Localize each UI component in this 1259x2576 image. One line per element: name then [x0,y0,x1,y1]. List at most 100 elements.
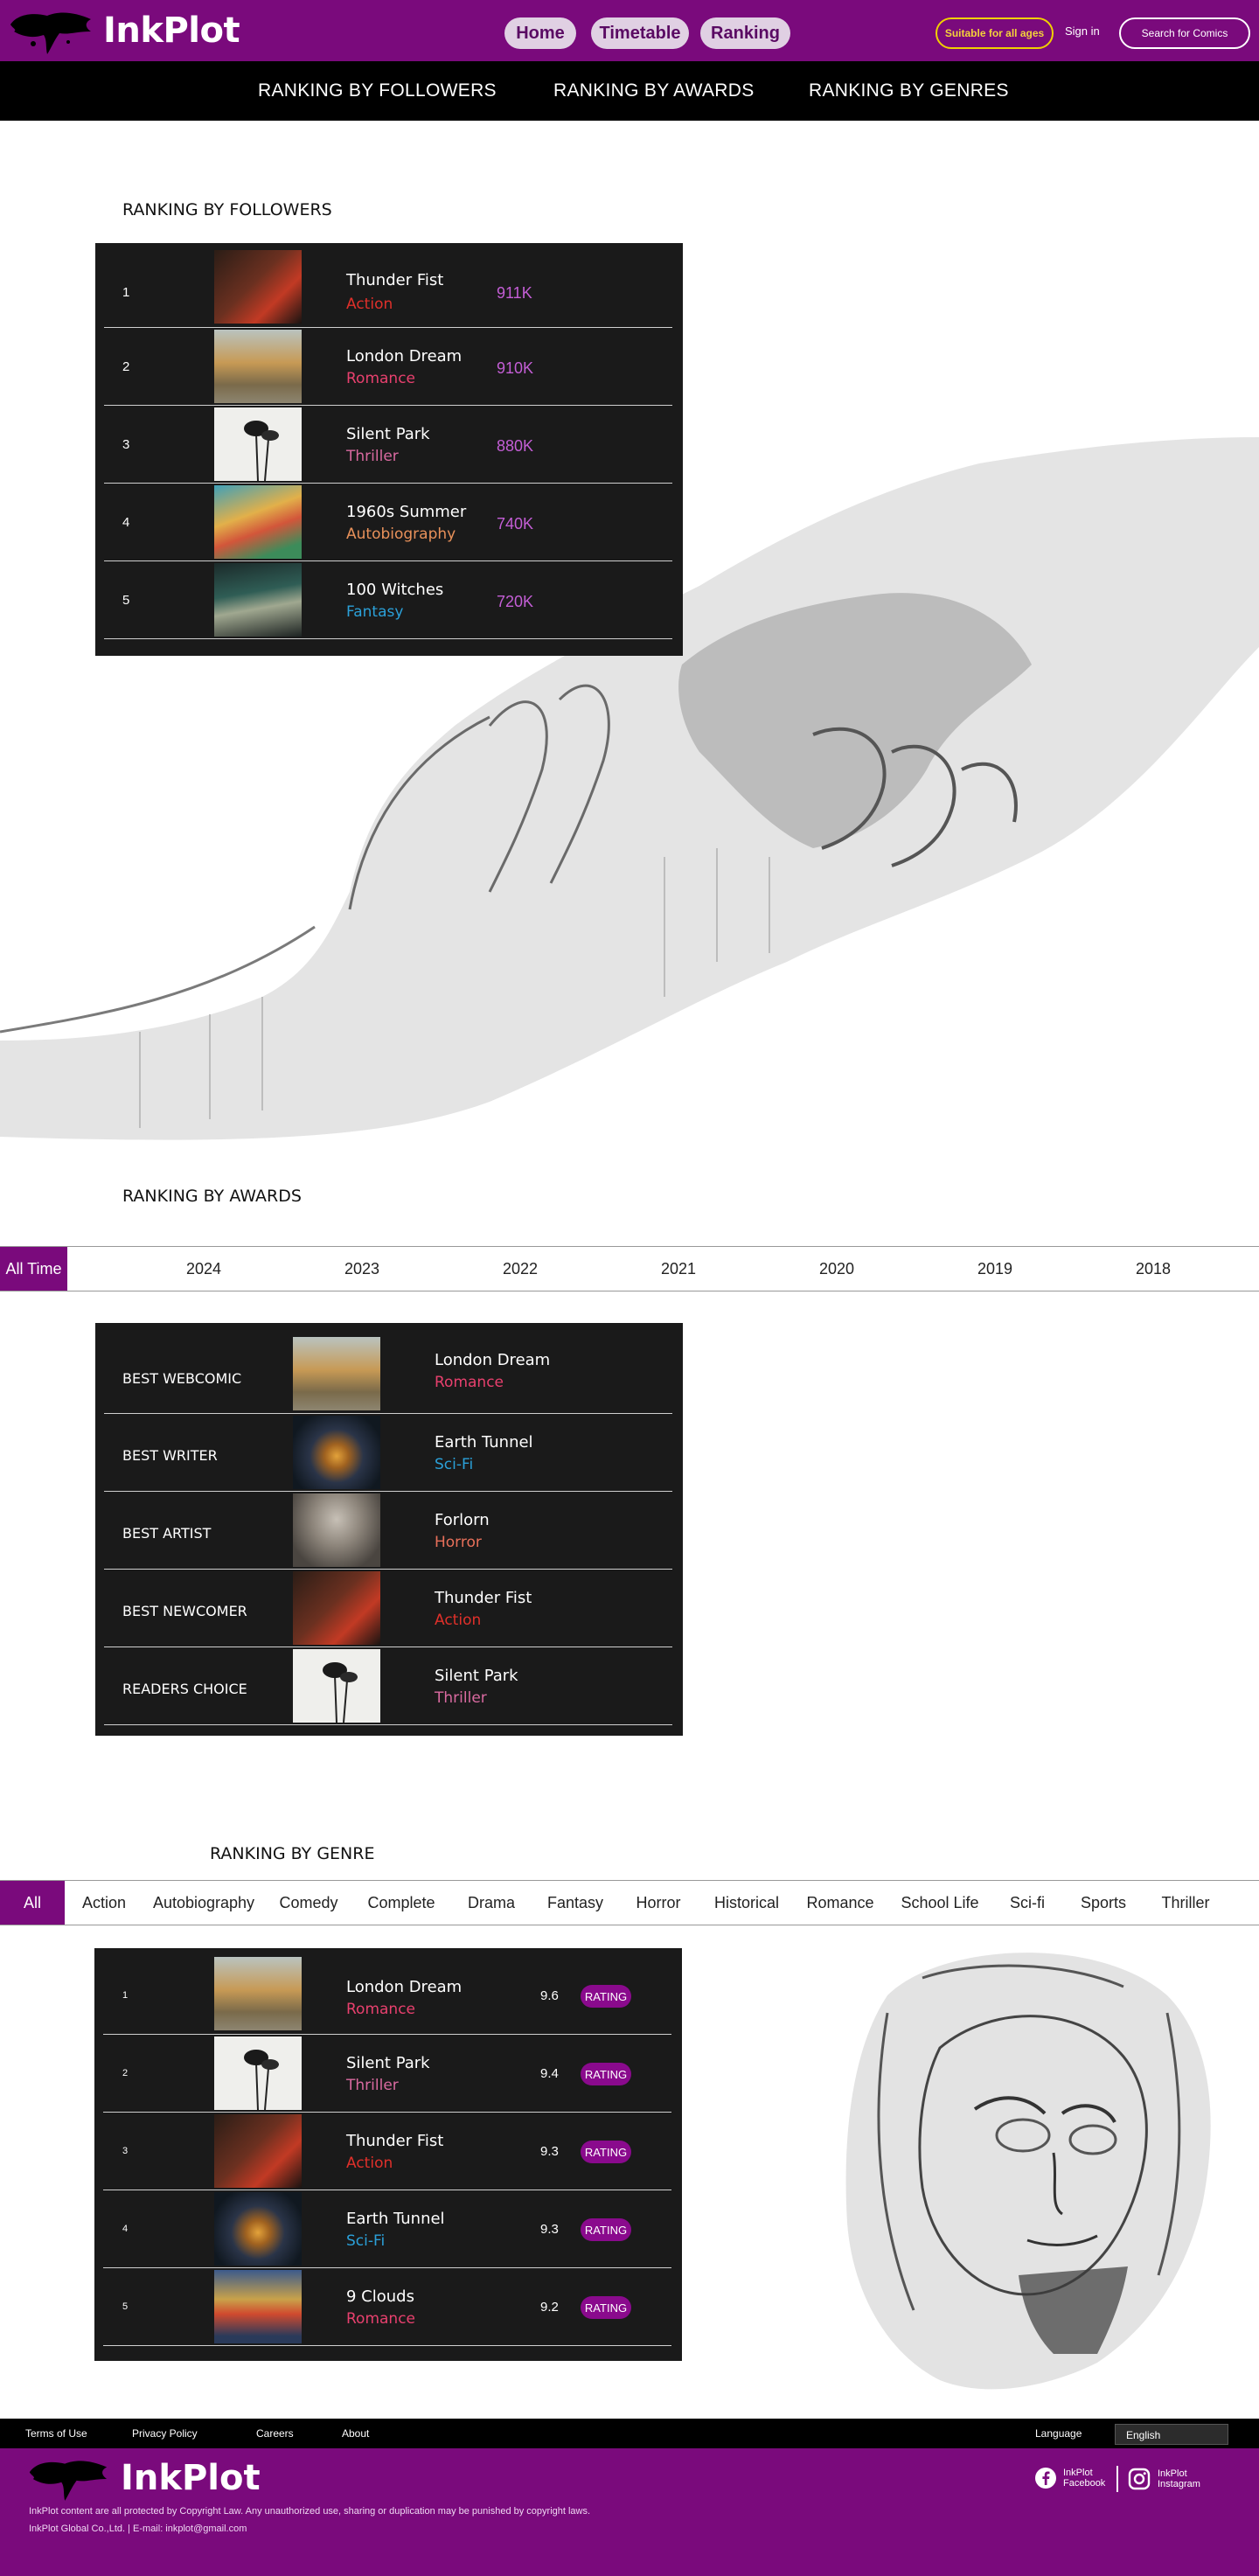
tab-genre-historical[interactable]: Historical [705,1881,789,1925]
comic-thumbnail[interactable] [214,1957,302,2030]
comic-title[interactable]: Earth Tunnel [435,1433,533,1452]
genre-row[interactable]: 1 London Dream Romance 9.6 RATING [103,1948,671,2035]
tab-genre-school-life[interactable]: School Life [894,1881,986,1925]
comic-title[interactable]: Forlorn [435,1511,490,1529]
comic-thumbnail[interactable] [214,407,302,481]
tab-genre-sports[interactable]: Sports [1068,1881,1138,1925]
footer-logo[interactable]: InkPlot [26,2454,261,2503]
footer-privacy-link[interactable]: Privacy Policy [132,2427,198,2440]
comic-thumbnail[interactable] [214,2036,302,2110]
rating-badge[interactable]: RATING [581,2218,631,2241]
footer-careers-link[interactable]: Careers [256,2427,294,2440]
comic-title[interactable]: Silent Park [346,2054,430,2072]
rank-number: 2 [122,2068,129,2078]
logo[interactable]: InkPlot [7,3,240,58]
comic-title[interactable]: Silent Park [346,425,430,443]
tab-2023[interactable]: 2023 [318,1247,406,1291]
rating-badge[interactable]: RATING [581,2296,631,2319]
subnav-genres-link[interactable]: RANKING BY GENRES [809,80,1009,101]
comic-thumbnail[interactable] [293,1337,380,1410]
comic-thumbnail[interactable] [293,1571,380,1645]
footer-terms-link[interactable]: Terms of Use [25,2427,87,2440]
tab-2022[interactable]: 2022 [476,1247,564,1291]
tab-genre-drama[interactable]: Drama [456,1881,526,1925]
tab-2024[interactable]: 2024 [160,1247,247,1291]
comic-thumbnail[interactable] [214,2270,302,2343]
nav-timetable-button[interactable]: Timetable [591,17,689,49]
comic-genre: Fantasy [346,603,404,621]
award-row[interactable]: BEST WRITER Earth Tunnel Sci-Fi [104,1414,672,1492]
followers-row[interactable]: 5 100 Witches Fantasy 720K [104,561,672,639]
comic-thumbnail[interactable] [214,330,302,403]
tab-2020[interactable]: 2020 [793,1247,880,1291]
genre-row[interactable]: 4 Earth Tunnel Sci-Fi 9.3 RATING [103,2190,671,2268]
tab-2019[interactable]: 2019 [951,1247,1039,1291]
subnav-awards-link[interactable]: RANKING BY AWARDS [553,80,755,101]
followers-row[interactable]: 1 Thunder Fist Action 911K [104,243,672,328]
rating-badge[interactable]: RATING [581,2063,631,2085]
facebook-link[interactable]: InkPlot Facebook [1035,2468,1105,2489]
comic-title[interactable]: London Dream [435,1351,550,1369]
comic-thumbnail[interactable] [214,563,302,637]
comic-title[interactable]: 1960s Summer [346,503,466,521]
award-row[interactable]: BEST NEWCOMER Thunder Fist Action [104,1570,672,1647]
followers-ranking-panel: 1 Thunder Fist Action 911K 2 London Drea… [95,243,683,656]
followers-row[interactable]: 2 London Dream Romance 910K [104,328,672,406]
followers-row[interactable]: 4 1960s Summer Autobiography 740K [104,484,672,561]
award-row[interactable]: READERS CHOICE Silent Park Thriller [104,1647,672,1725]
instagram-link[interactable]: InkPlot Instagram [1128,2468,1200,2490]
genre-row[interactable]: 2 Silent Park Thriller 9.4 RATING [103,2035,671,2113]
comic-title[interactable]: London Dream [346,1978,462,1996]
rating-badge[interactable]: RATING [581,2141,631,2163]
comic-title[interactable]: Silent Park [435,1667,518,1685]
subnav-followers-link[interactable]: RANKING BY FOLLOWERS [258,80,497,101]
sign-in-link[interactable]: Sign in [1065,24,1100,38]
comic-title[interactable]: Thunder Fist [435,1589,532,1607]
tab-genre-fantasy[interactable]: Fantasy [539,1881,612,1925]
comic-thumbnail[interactable] [214,250,302,324]
comic-thumbnail[interactable] [214,2192,302,2266]
comic-title[interactable]: 9 Clouds [346,2287,414,2306]
awards-section-title: RANKING BY AWARDS [122,1187,302,1206]
genre-filter-tabs: All Action Autobiography Comedy Complete… [0,1880,1259,1925]
tab-genre-romance[interactable]: Romance [799,1881,881,1925]
comic-thumbnail[interactable] [214,485,302,559]
nav-home-button[interactable]: Home [504,17,576,49]
tab-genre-action[interactable]: Action [73,1881,135,1925]
comic-title[interactable]: Thunder Fist [346,2132,443,2150]
genre-row[interactable]: 3 Thunder Fist Action 9.3 RATING [103,2113,671,2190]
tab-2018[interactable]: 2018 [1109,1247,1197,1291]
comic-title[interactable]: 100 Witches [346,581,443,599]
tab-all-time[interactable]: All Time [0,1247,67,1291]
rating-badge[interactable]: RATING [581,1985,631,2008]
comic-title[interactable]: London Dream [346,347,462,366]
comic-title[interactable]: Thunder Fist [346,271,443,289]
follower-count: 911K [497,284,532,302]
comic-thumbnail[interactable] [293,1493,380,1567]
language-select[interactable]: English [1115,2424,1228,2445]
comic-genre: Thriller [435,1689,487,1707]
comic-thumbnail[interactable] [293,1649,380,1723]
rank-number: 5 [122,2301,129,2312]
footer-about-link[interactable]: About [342,2427,369,2440]
tab-genre-comedy[interactable]: Comedy [271,1881,346,1925]
comic-thumbnail[interactable] [293,1416,380,1489]
tab-genre-complete[interactable]: Complete [358,1881,444,1925]
comic-thumbnail[interactable] [214,2114,302,2188]
facebook-icon [1035,2468,1056,2489]
tab-genre-sci-fi[interactable]: Sci-fi [997,1881,1058,1925]
tab-genre-all[interactable]: All [0,1881,65,1925]
tab-genre-autobiography[interactable]: Autobiography [147,1881,261,1925]
comic-title[interactable]: Earth Tunnel [346,2210,445,2228]
age-rating-badge[interactable]: Suitable for all ages [936,17,1054,49]
tab-2021[interactable]: 2021 [635,1247,722,1291]
rank-number: 5 [122,593,130,608]
nav-ranking-button[interactable]: Ranking [700,17,790,49]
award-row[interactable]: BEST ARTIST Forlorn Horror [104,1492,672,1570]
search-comics-button[interactable]: Search for Comics [1119,17,1250,49]
award-row[interactable]: BEST WEBCOMIC London Dream Romance [104,1323,672,1414]
tab-genre-thriller[interactable]: Thriller [1149,1881,1222,1925]
genre-row[interactable]: 5 9 Clouds Romance 9.2 RATING [103,2268,671,2346]
tab-genre-horror[interactable]: Horror [624,1881,692,1925]
followers-row[interactable]: 3 Silent Park Thriller 880K [104,406,672,484]
